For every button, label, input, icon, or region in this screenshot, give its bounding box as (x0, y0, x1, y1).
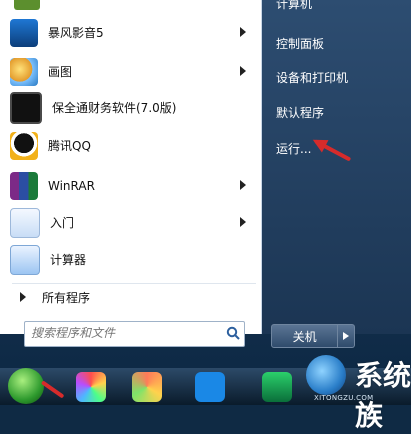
right-item-control-panel[interactable]: 控制面板 (276, 35, 324, 52)
all-programs[interactable]: 所有程序 (12, 284, 256, 310)
start-item-label: WinRAR (48, 178, 95, 193)
start-item-label: 保全通财务软件(7.0版) (52, 101, 177, 115)
start-item-label: 入门 (50, 216, 75, 230)
baofeng-icon (10, 18, 38, 47)
submenu-arrow-icon (240, 180, 246, 190)
right-item-devices-printers[interactable]: 设备和打印机 (276, 69, 348, 86)
shutdown-button[interactable]: 关机 (271, 324, 339, 348)
winrar-icon (10, 171, 38, 200)
start-item-label: 腾讯QQ (48, 139, 91, 153)
top-partial-icon (14, 0, 40, 10)
start-orb-icon[interactable] (8, 368, 44, 404)
paint-icon (10, 57, 38, 86)
qq-icon (10, 131, 38, 160)
start-item-finance-software[interactable]: 保全通财务软件(7.0版) (8, 90, 258, 125)
shutdown-control: 关机 (271, 324, 355, 348)
search-icon[interactable] (226, 326, 240, 340)
shutdown-options-button[interactable] (338, 324, 355, 348)
start-item-label: 计算器 (50, 253, 87, 267)
start-item-winrar[interactable]: WinRAR (8, 168, 258, 203)
taskbar-color-app-icon[interactable] (76, 372, 106, 402)
calculator-icon (10, 244, 40, 275)
finance-software-icon (10, 91, 42, 124)
shutdown-label: 关机 (292, 329, 317, 344)
start-item-calculator[interactable]: 计算器 (8, 242, 258, 277)
right-item-run[interactable]: 运行... (276, 140, 311, 157)
submenu-arrow-icon (240, 27, 246, 37)
start-item-label: 暴风影音5 (48, 26, 104, 40)
all-programs-label: 所有程序 (42, 290, 91, 305)
watermark-logo-icon (306, 355, 346, 395)
taskbar-green-app-icon[interactable] (262, 372, 292, 402)
all-programs-arrow-icon (20, 292, 26, 302)
start-item-getting-started[interactable]: 入门 (8, 205, 258, 240)
submenu-arrow-icon (240, 217, 246, 227)
start-item-paint[interactable]: 画图 (8, 54, 258, 89)
taskbar-rainbow-app-icon[interactable] (132, 372, 162, 402)
getting-started-icon (10, 207, 40, 238)
chevron-right-icon (343, 332, 350, 340)
submenu-arrow-icon (240, 66, 246, 76)
start-item-qq[interactable]: 腾讯QQ (8, 128, 258, 163)
taskbar-cloud-app-icon[interactable] (195, 372, 225, 402)
search-input[interactable] (25, 322, 227, 344)
watermark-url: XITONGZU.COM (314, 394, 374, 402)
start-item-baofeng[interactable]: 暴风影音5 (8, 15, 258, 50)
right-item-default-programs[interactable]: 默认程序 (276, 104, 324, 121)
right-item-computer[interactable]: 计算机 (276, 0, 312, 12)
start-search-box[interactable] (24, 321, 245, 347)
start-item-label: 画图 (48, 65, 73, 79)
